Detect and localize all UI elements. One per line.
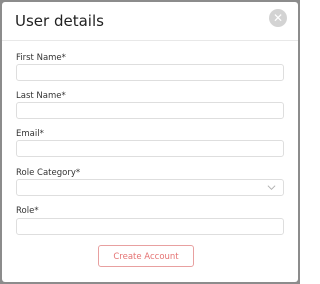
dialog-title: User details [15, 12, 104, 30]
user-details-dialog: User details ✕ First Name* Last Name* Em… [2, 2, 298, 282]
role-label: Role* [16, 206, 39, 216]
role-field[interactable] [16, 218, 284, 235]
first-name-field[interactable] [16, 64, 284, 81]
close-icon[interactable]: ✕ [269, 9, 287, 27]
header-divider [2, 40, 298, 41]
last-name-field[interactable] [16, 102, 284, 119]
chevron-down-icon [267, 185, 276, 191]
role-category-select[interactable] [16, 179, 284, 196]
role-category-label: Role Category* [16, 168, 81, 178]
create-account-button[interactable]: Create Account [98, 245, 194, 267]
last-name-label: Last Name* [16, 91, 66, 101]
email-label: Email* [16, 129, 44, 139]
email-field[interactable] [16, 140, 284, 157]
first-name-label: First Name* [16, 53, 66, 63]
